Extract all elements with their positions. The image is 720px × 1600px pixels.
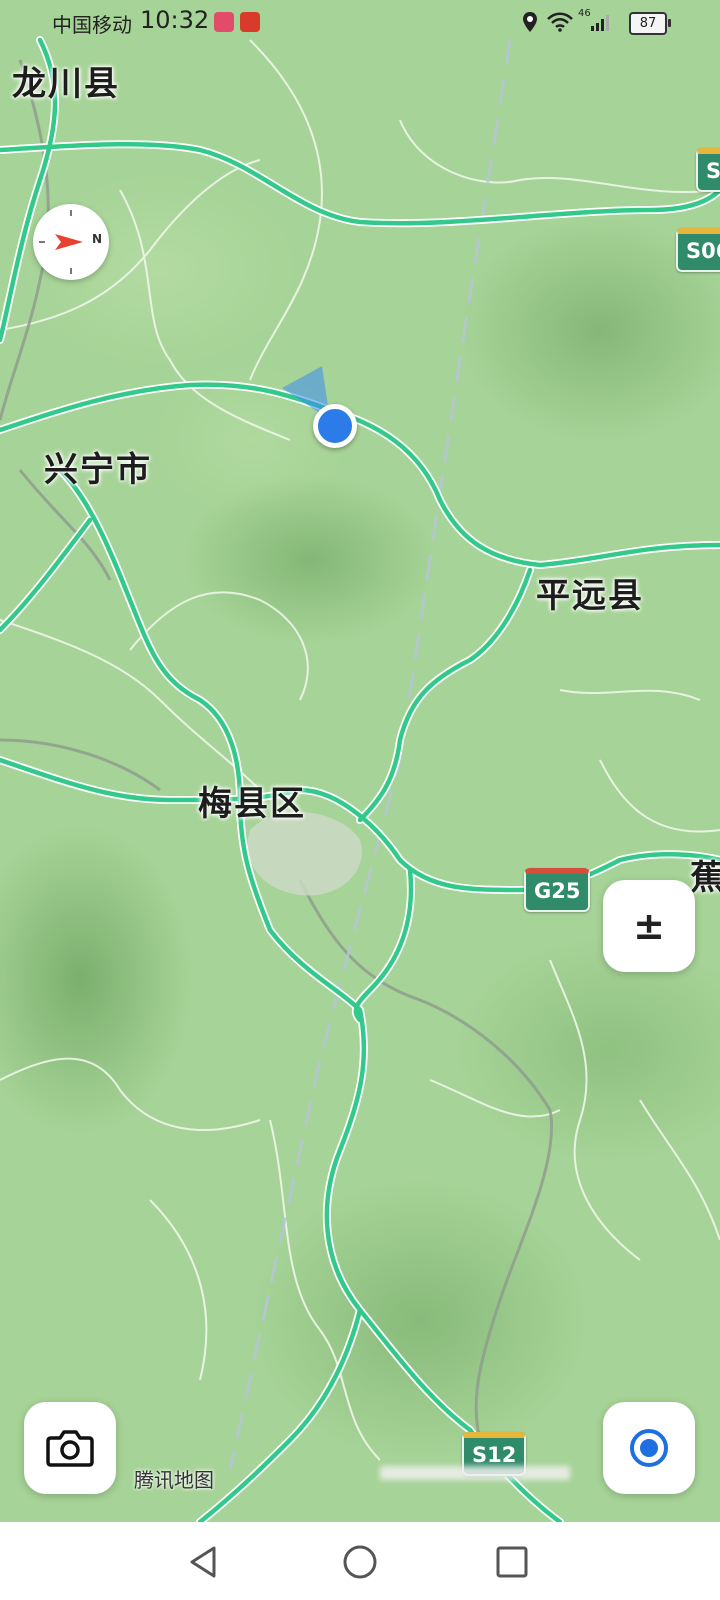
zoom-button[interactable]: ± <box>603 880 695 972</box>
dashed-route <box>228 39 512 1471</box>
network-type: 46 <box>578 8 591 19</box>
wifi-icon <box>547 12 573 32</box>
place-label-meixian: 梅县区 <box>198 784 306 824</box>
location-pin-icon <box>523 12 537 32</box>
blurred-overlay-text <box>380 1466 570 1480</box>
recents-square-icon[interactable] <box>492 1542 532 1582</box>
place-label-longchuan: 龙川县 <box>12 64 120 104</box>
notification-app-icon <box>214 12 234 32</box>
notification-app-icon <box>240 12 260 32</box>
road-shield-g25: G25 <box>524 868 591 912</box>
place-label-jiao: 蕉 <box>690 858 720 898</box>
back-triangle-icon[interactable] <box>184 1542 224 1582</box>
camera-icon <box>46 1430 94 1467</box>
status-bar: 中国移动 10:32 46 87 <box>0 0 720 46</box>
compass-north-label: N <box>92 232 103 246</box>
system-nav-bar <box>0 1522 720 1600</box>
signal-icon <box>591 15 609 31</box>
road-shield-s-top: S <box>696 148 720 192</box>
compass-button[interactable]: N <box>33 204 109 280</box>
place-label-xingning: 兴宁市 <box>44 450 152 490</box>
road-shield-s06: S06 <box>676 228 720 272</box>
carrier-name: 中国移动 <box>52 13 132 37</box>
locate-me-button[interactable] <box>603 1402 695 1494</box>
status-time: 10:32 <box>140 6 210 34</box>
current-location-marker <box>313 404 357 448</box>
battery-indicator: 87 <box>629 12 671 35</box>
camera-button[interactable] <box>24 1402 116 1494</box>
map-attribution: 腾讯地图 <box>134 1468 214 1492</box>
home-circle-icon[interactable] <box>340 1542 380 1582</box>
place-label-pingyuan: 平远县 <box>536 576 644 616</box>
zoom-label: ± <box>633 904 665 948</box>
locate-icon <box>630 1429 668 1467</box>
